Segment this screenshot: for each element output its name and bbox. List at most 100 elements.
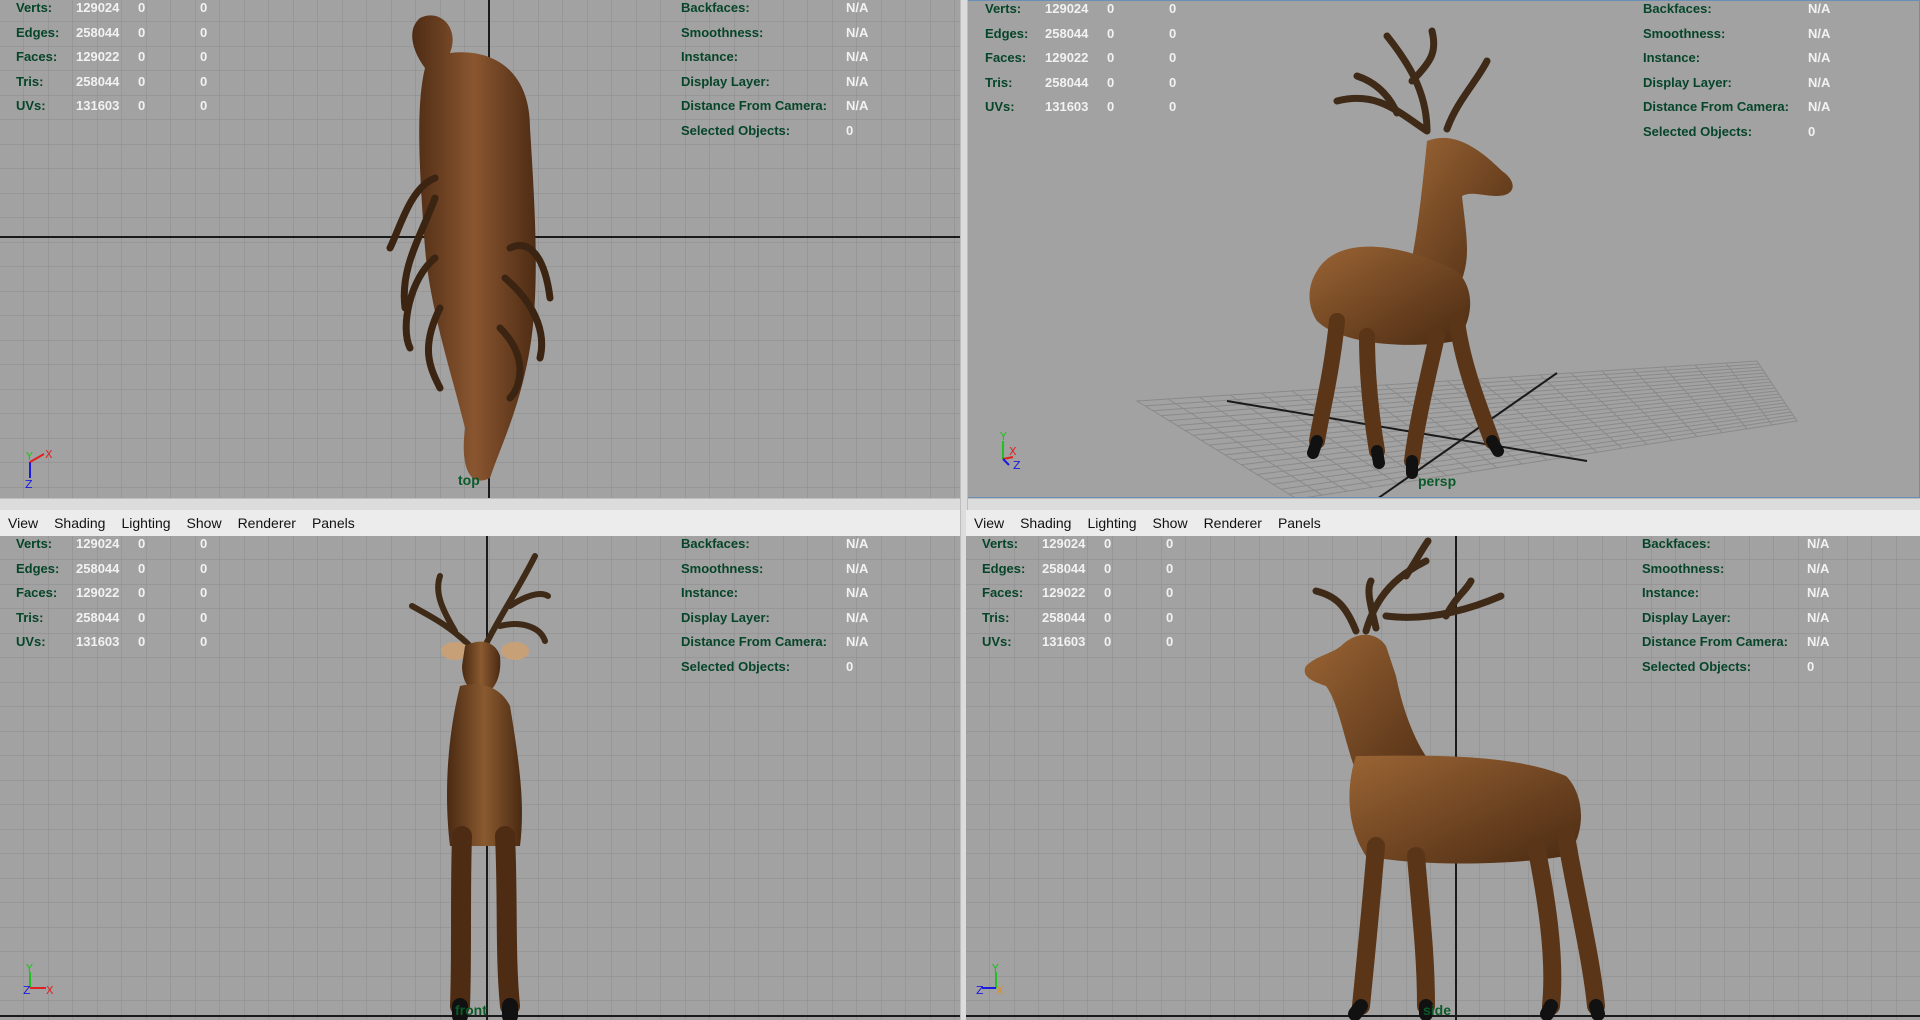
hud-detail-row: Instance: N/A xyxy=(1642,581,1847,606)
hud-detail-row: Distance From Camera: N/A xyxy=(681,630,886,655)
hud-stat-value: 258044 xyxy=(76,24,120,40)
hud-detail-label: Distance From Camera: xyxy=(681,634,827,649)
hud-detail-value: N/A xyxy=(1807,609,1830,625)
hud-detail-value: N/A xyxy=(1808,74,1831,90)
deer-model-side[interactable] xyxy=(1256,536,1616,1020)
hud-detail-label: Selected Objects: xyxy=(1643,123,1753,139)
viewport-side[interactable]: Y X Z side Verts: 129024 0 0 Edges: 258044 0 0 F… xyxy=(966,536,1920,1020)
hud-stat-label: UVs: xyxy=(982,634,1012,649)
poly-count-hud: Verts: 129024 0 0 Edges: 258044 0 0 Faces: 129022… xyxy=(0,0,230,119)
viewport-panel-top[interactable]: Y X Z top Verts: 129024 0 0 Edges: 258044 0 0 Fa… xyxy=(0,0,960,498)
viewport-persp[interactable]: Y X Z persp Verts: 129024 0 0 Edges: 258044 0 0… xyxy=(966,0,1920,498)
hud-stat-row: Tris: 258044 0 0 xyxy=(0,606,230,631)
hud-stat-value: 0 xyxy=(1166,585,1174,600)
hud-stat-row: Verts: 129024 0 0 xyxy=(0,0,230,21)
hud-stat-label: Edges: xyxy=(16,560,60,576)
axis-x-label: X xyxy=(996,984,1004,997)
hud-stat-row: Edges: 258044 0 0 xyxy=(966,557,1196,582)
hud-stat-value: 258044 xyxy=(1045,74,1089,90)
hud-detail-value: N/A xyxy=(1808,99,1831,114)
hud-stat-value: 0 xyxy=(1104,560,1112,576)
hud-detail-label: Backfaces: xyxy=(681,0,750,15)
hud-stat-row: Faces: 129022 0 0 xyxy=(0,45,230,70)
hud-detail-value: N/A xyxy=(846,585,869,600)
hud-stat-label: Verts: xyxy=(985,1,1022,16)
hud-stat-value: 129022 xyxy=(76,49,120,64)
poly-count-hud: Verts: 129024 0 0 Edges: 258044 0 0 Faces: 129022… xyxy=(0,536,230,655)
menu-view[interactable]: View xyxy=(0,515,46,531)
menu-view[interactable]: View xyxy=(966,515,1012,531)
hud-detail-value: N/A xyxy=(846,0,869,15)
viewport-top[interactable]: Y X Z top Verts: 129024 0 0 Edges: 258044 0 0 Fa… xyxy=(0,0,960,498)
hud-detail-label: Distance From Camera: xyxy=(1643,99,1789,114)
hud-stat-value: 0 xyxy=(1107,50,1115,65)
hud-stat-label: Verts: xyxy=(982,536,1019,551)
panel-menu-bar: View Shading Lighting Show Renderer Panels xyxy=(0,510,960,537)
hud-stat-value: 0 xyxy=(200,0,208,15)
hud-stat-value: 0 xyxy=(1107,1,1115,16)
viewport-panel-side[interactable]: View Shading Lighting Show Renderer Panels xyxy=(966,510,1920,1020)
menu-panels[interactable]: Panels xyxy=(304,515,363,531)
hud-detail-label: Instance: xyxy=(681,49,739,64)
deer-model-front[interactable] xyxy=(400,546,560,1020)
hud-stat-value: 131603 xyxy=(76,634,120,649)
hud-detail-row: Backfaces: N/A xyxy=(681,0,886,21)
hud-detail-label: Smoothness: xyxy=(681,560,764,576)
hud-detail-label: Smoothness: xyxy=(1643,25,1726,41)
viewport-panel-persp[interactable]: Y X Z persp Verts: 129024 0 0 Edges: 258044 0 0… xyxy=(966,0,1920,498)
deer-model-persp[interactable] xyxy=(1277,21,1597,481)
hud-stat-value: 258044 xyxy=(1042,609,1086,625)
hud-detail-row: Smoothness: N/A xyxy=(681,21,886,46)
hud-stat-value: 0 xyxy=(1166,634,1174,649)
hud-detail-label: Backfaces: xyxy=(681,536,750,551)
menu-shading[interactable]: Shading xyxy=(1012,515,1079,531)
menu-shading[interactable]: Shading xyxy=(46,515,113,531)
hud-stat-value: 258044 xyxy=(1045,25,1089,41)
hud-stat-value: 0 xyxy=(1104,536,1112,551)
axis-gizmo: Y X Z xyxy=(25,448,53,488)
axis-y-label: Y xyxy=(25,964,33,975)
hud-stat-value: 258044 xyxy=(76,560,120,576)
hud-detail-value: N/A xyxy=(846,536,869,551)
camera-label: front xyxy=(455,1002,487,1018)
hud-stat-value: 0 xyxy=(1107,74,1115,90)
viewport-front[interactable]: Y X Z front Verts: 129024 0 0 Edges: 258044 0 0… xyxy=(0,536,960,1020)
hud-stat-row: Verts: 129024 0 0 xyxy=(0,536,230,557)
menu-renderer[interactable]: Renderer xyxy=(1196,515,1270,531)
viewport-panel-front[interactable]: View Shading Lighting Show Renderer Panels xyxy=(0,510,960,1020)
hud-detail-row: Display Layer: N/A xyxy=(681,606,886,631)
hud-stat-row: Verts: 129024 0 0 xyxy=(969,1,1199,22)
hud-stat-row: Tris: 258044 0 0 xyxy=(0,70,230,95)
hud-stat-value: 0 xyxy=(1104,634,1112,649)
hud-stat-row: Tris: 258044 0 0 xyxy=(969,71,1199,96)
menu-show[interactable]: Show xyxy=(179,515,230,531)
axis-gizmo: Y X Z xyxy=(23,964,54,997)
panel-menu-bar: View Shading Lighting Show Renderer Panels xyxy=(966,510,1920,537)
hud-detail-label: Selected Objects: xyxy=(681,658,791,674)
hud-stat-label: Edges: xyxy=(16,24,60,40)
hud-stat-value: 129024 xyxy=(76,0,120,15)
hud-stat-value: 129022 xyxy=(1045,50,1089,65)
menu-panels[interactable]: Panels xyxy=(1270,515,1329,531)
hud-stat-value: 0 xyxy=(1104,609,1112,625)
deer-model-top[interactable] xyxy=(380,8,580,488)
hud-stat-value: 0 xyxy=(200,98,208,113)
hud-detail-row: Backfaces: N/A xyxy=(681,536,886,557)
hud-stat-value: 129024 xyxy=(1045,1,1089,16)
hud-detail-value: 0 xyxy=(1808,123,1816,139)
hud-stat-value: 0 xyxy=(1166,609,1174,625)
hud-stat-row: Tris: 258044 0 0 xyxy=(966,606,1196,631)
axis-y-label: Y xyxy=(999,431,1007,443)
menu-lighting[interactable]: Lighting xyxy=(113,515,178,531)
axis-y-label: Y xyxy=(25,450,33,463)
menu-renderer[interactable]: Renderer xyxy=(230,515,304,531)
hud-detail-label: Selected Objects: xyxy=(681,122,791,138)
hud-stat-row: UVs: 131603 0 0 xyxy=(0,94,230,119)
hud-detail-row: Instance: N/A xyxy=(681,45,886,70)
hud-detail-value: N/A xyxy=(1807,634,1830,649)
menu-show[interactable]: Show xyxy=(1145,515,1196,531)
hud-detail-label: Instance: xyxy=(1643,50,1701,65)
hud-stat-value: 0 xyxy=(200,609,208,625)
menu-lighting[interactable]: Lighting xyxy=(1079,515,1144,531)
hud-stat-label: Tris: xyxy=(985,74,1013,90)
